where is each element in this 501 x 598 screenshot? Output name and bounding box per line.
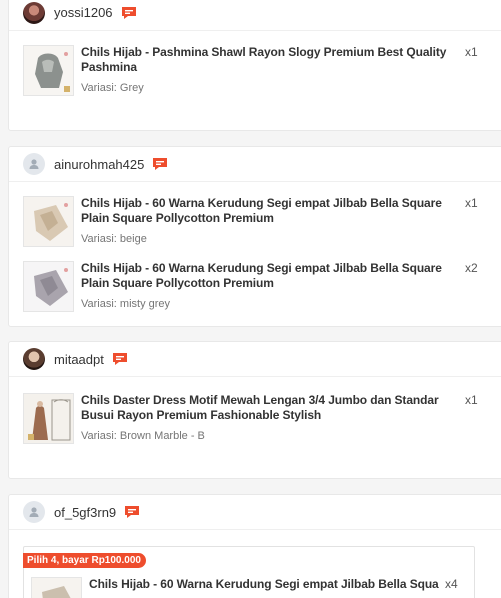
buyer-username[interactable]: yossi1206 [54, 5, 113, 20]
order-item[interactable]: Chils Hijab - 60 Warna Kerudung Segi emp… [23, 196, 483, 247]
product-quantity: x1 [465, 196, 478, 210]
product-thumbnail[interactable] [23, 45, 74, 96]
avatar[interactable] [23, 1, 45, 24]
product-thumbnail[interactable] [23, 393, 74, 444]
product-title[interactable]: Chils Hijab - 60 Warna Kerudung Segi emp… [89, 577, 439, 592]
product-variation: Variasi: Brown Marble - B [81, 430, 205, 442]
order-item[interactable]: Chils Daster Dress Motif Mewah Lengan 3/… [23, 393, 483, 444]
order-header: yossi1206 [9, 0, 501, 31]
order-card: yossi1206 Chils Hijab - Pashmina Shawl R… [8, 0, 501, 131]
order-item[interactable]: Chils Hijab - 60 Warna Kerudung Segi emp… [31, 577, 471, 598]
buyer-username[interactable]: ainurohmah425 [54, 157, 144, 172]
order-card: mitaadpt Chils Daster Dress Motif Mewah … [8, 341, 501, 479]
product-variation: Variasi: misty grey [81, 298, 171, 310]
order-header: mitaadpt [9, 342, 501, 377]
buyer-username[interactable]: mitaadpt [54, 352, 104, 367]
order-item[interactable]: Chils Hijab - 60 Warna Kerudung Segi emp… [23, 261, 483, 312]
product-title[interactable]: Chils Hijab - 60 Warna Kerudung Segi emp… [81, 196, 459, 226]
product-quantity: x4 [445, 577, 458, 591]
order-card: ainurohmah425 Chils Hijab - 60 Warna Ker… [8, 146, 501, 327]
order-item[interactable]: Chils Hijab - Pashmina Shawl Rayon Slogy… [23, 45, 483, 96]
order-header: of_5gf3rn9 [9, 495, 501, 530]
product-quantity: x1 [465, 45, 478, 59]
product-variation: Variasi: beige [81, 233, 147, 245]
bundle-deal-box: Pilih 4, bayar Rp100.000 Chils Hijab - 6… [23, 546, 475, 598]
product-quantity: x1 [465, 393, 478, 407]
avatar[interactable] [23, 348, 45, 370]
person-icon[interactable] [23, 153, 45, 175]
product-title[interactable]: Chils Hijab - 60 Warna Kerudung Segi emp… [81, 261, 459, 291]
buyer-username[interactable]: of_5gf3rn9 [54, 505, 116, 520]
order-card: of_5gf3rn9 Pilih 4, bayar Rp100.000 Chil… [8, 494, 501, 598]
order-header: ainurohmah425 [9, 147, 501, 182]
product-thumbnail[interactable] [23, 261, 74, 312]
product-variation: Variasi: Grey [81, 82, 144, 94]
chat-bubble-icon[interactable] [124, 504, 140, 520]
chat-bubble-icon[interactable] [121, 5, 137, 21]
product-quantity: x2 [465, 261, 478, 275]
product-thumbnail[interactable] [23, 196, 74, 247]
product-title[interactable]: Chils Daster Dress Motif Mewah Lengan 3/… [81, 393, 459, 423]
chat-bubble-icon[interactable] [152, 156, 168, 172]
chat-bubble-icon[interactable] [112, 351, 128, 367]
bundle-deal-badge: Pilih 4, bayar Rp100.000 [23, 553, 146, 568]
person-icon[interactable] [23, 501, 45, 523]
product-thumbnail[interactable] [31, 577, 82, 598]
product-title[interactable]: Chils Hijab - Pashmina Shawl Rayon Slogy… [81, 45, 459, 75]
